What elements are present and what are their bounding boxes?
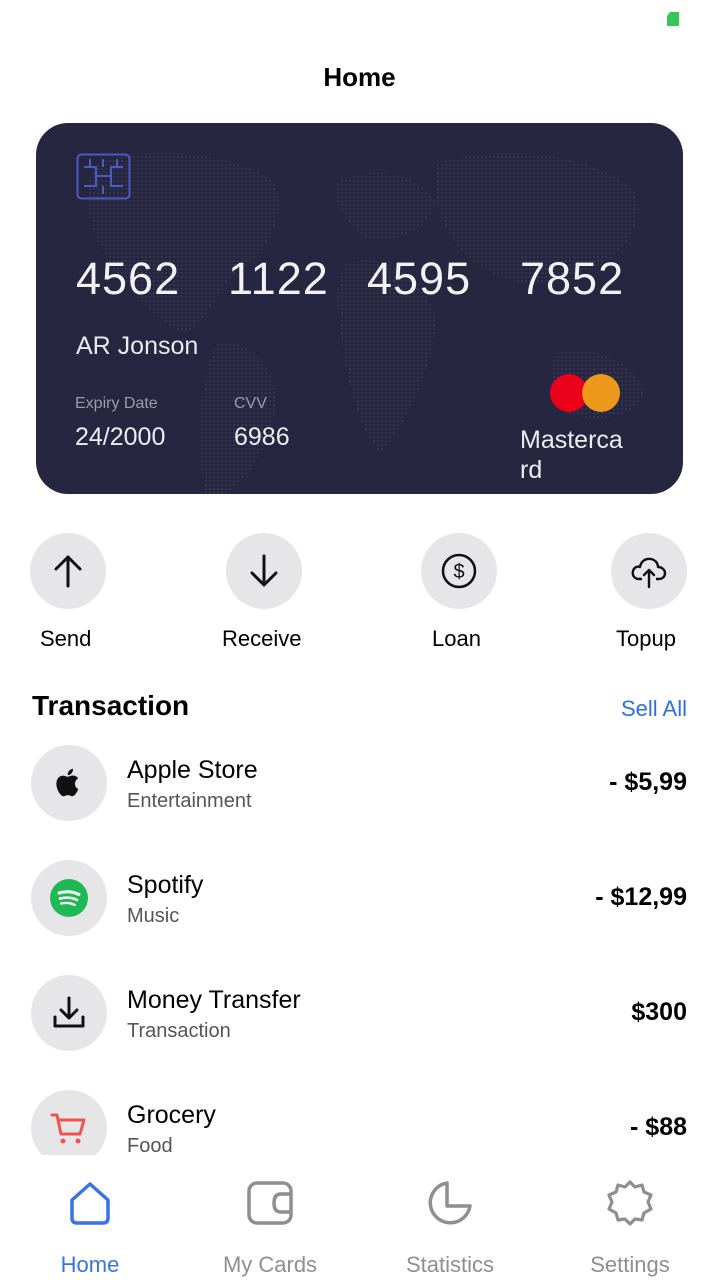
home-icon (70, 1182, 110, 1225)
loan-button[interactable]: $ Loan (421, 533, 581, 653)
credit-card[interactable]: 4562 1122 4595 7852 AR Jonson Expiry Dat… (36, 123, 683, 494)
nav-item-settings[interactable]: Settings (540, 1160, 719, 1280)
nav-item-statistics[interactable]: Statistics (360, 1160, 540, 1280)
card-number-group-2: 1122 (228, 253, 329, 304)
expiry-value: 24/2000 (75, 423, 166, 451)
spotify-icon (50, 879, 88, 917)
receive-label: Receive (222, 626, 302, 651)
send-label: Send (40, 626, 92, 651)
page-title: Home (323, 62, 396, 92)
see-all-link[interactable]: Sell All (621, 696, 687, 722)
card-chip-icon (76, 153, 131, 200)
apple-icon (56, 768, 79, 797)
topup-label: Topup (616, 626, 676, 651)
expiry-label: Expiry Date (75, 395, 158, 412)
transaction-name: Apple Store (127, 756, 258, 784)
transaction-row-grocery[interactable]: Grocery Food - $88 (0, 1085, 719, 1155)
nav-item-home[interactable]: Home (0, 1160, 180, 1280)
battery-icon (667, 12, 679, 26)
nav-item-my-cards[interactable]: My Cards (180, 1160, 360, 1280)
nav-label-statistics: Statistics (405, 1252, 495, 1277)
transaction-name: Spotify (127, 871, 204, 899)
transaction-icon-container (31, 1090, 107, 1155)
cvv-label: CVV (234, 395, 267, 412)
transaction-name: Money Transfer (127, 986, 301, 1014)
transaction-amount: - $5,99 (609, 768, 687, 796)
card-number-group-1: 4562 (76, 253, 181, 304)
card-number-group-4: 7852 (520, 253, 625, 304)
transaction-category: Transaction (127, 1020, 231, 1042)
gear-icon (607, 1180, 653, 1226)
send-button[interactable]: Send (30, 533, 190, 653)
receive-button[interactable]: Receive (222, 533, 386, 653)
mastercard-logo-yellow (582, 374, 620, 412)
transaction-amount: $300 (631, 998, 687, 1026)
nav-label-home: Home (60, 1252, 120, 1277)
transaction-icon-container (31, 745, 107, 821)
cvv-value: 6986 (234, 423, 290, 451)
cloud-upload-icon (631, 557, 667, 589)
transaction-icon-container (31, 975, 107, 1051)
download-icon (53, 996, 85, 1028)
card-number-group-3: 4595 (367, 253, 472, 304)
nav-label-settings: Settings (590, 1252, 670, 1277)
pie-chart-icon (428, 1181, 472, 1225)
arrow-down-icon (250, 554, 278, 587)
loan-label: Loan (432, 626, 481, 651)
transaction-heading: Transaction (32, 690, 190, 721)
transaction-category: Entertainment (127, 790, 252, 812)
transaction-amount: - $88 (630, 1113, 687, 1141)
transaction-list[interactable]: Apple Store Entertainment - $5,99 Spotif… (0, 740, 719, 1155)
transaction-row-money-transfer[interactable]: Money Transfer Transaction $300 (0, 970, 719, 1051)
transaction-row-spotify[interactable]: Spotify Music - $12,99 (0, 855, 719, 936)
transaction-amount: - $12,99 (595, 883, 687, 911)
transaction-category: Music (127, 905, 180, 927)
card-holder-name: AR Jonson (76, 332, 199, 360)
transaction-icon-container (31, 860, 107, 936)
transaction-category: Food (127, 1135, 173, 1155)
wallet-icon (247, 1181, 293, 1225)
card-brand: Mastercard (520, 426, 623, 484)
topup-button[interactable]: Topup (611, 533, 719, 653)
arrow-up-icon (54, 555, 82, 588)
cart-icon (50, 1113, 86, 1144)
transaction-name: Grocery (127, 1101, 216, 1129)
svg-text:$: $ (453, 561, 464, 583)
dollar-coin-icon: $ (441, 553, 477, 589)
bottom-navigation: Home My Cards Statistics Settings (0, 1160, 719, 1280)
nav-label-my-cards: My Cards (222, 1252, 318, 1277)
transaction-row-apple-store[interactable]: Apple Store Entertainment - $5,99 (0, 740, 719, 821)
